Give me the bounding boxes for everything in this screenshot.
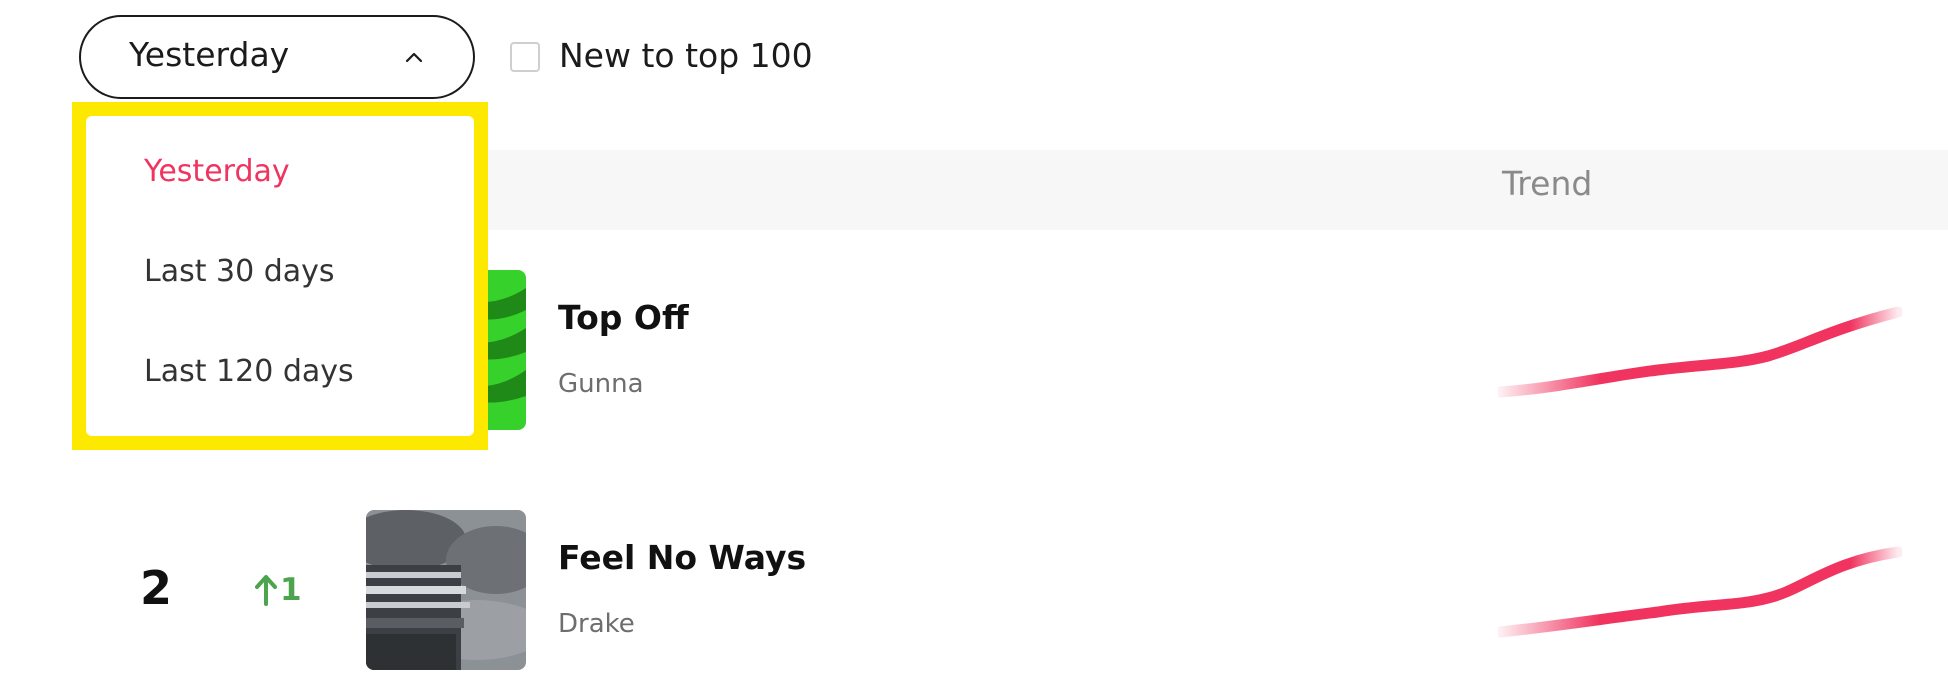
- track-artist[interactable]: Drake: [558, 608, 635, 640]
- period-select[interactable]: Yesterday: [79, 15, 475, 99]
- rank-change-value: 1: [280, 572, 302, 608]
- period-select-value: Yesterday: [129, 35, 290, 74]
- arrow-up-icon: [255, 575, 277, 606]
- chevron-up-icon: [405, 52, 423, 63]
- period-dropdown-menu: Yesterday Last 30 days Last 120 days: [86, 116, 474, 436]
- menu-item-last-30-days[interactable]: Last 30 days: [144, 252, 335, 292]
- track-title[interactable]: Top Off: [558, 298, 689, 338]
- menu-item-last-120-days[interactable]: Last 120 days: [144, 352, 354, 392]
- track-rank: 2: [140, 561, 173, 615]
- album-art-feel-no-ways: [366, 510, 526, 670]
- trend-sparkline: [1498, 306, 1902, 398]
- new-to-top-100-checkbox[interactable]: [510, 42, 540, 72]
- trend-column-header: Trend: [1502, 164, 1593, 203]
- new-to-top-100-label: New to top 100: [559, 36, 813, 75]
- table-header: [480, 150, 1948, 230]
- track-title[interactable]: Feel No Ways: [558, 538, 806, 578]
- track-artist[interactable]: Gunna: [558, 368, 644, 400]
- menu-item-yesterday[interactable]: Yesterday: [144, 152, 290, 192]
- trend-sparkline: [1498, 546, 1902, 638]
